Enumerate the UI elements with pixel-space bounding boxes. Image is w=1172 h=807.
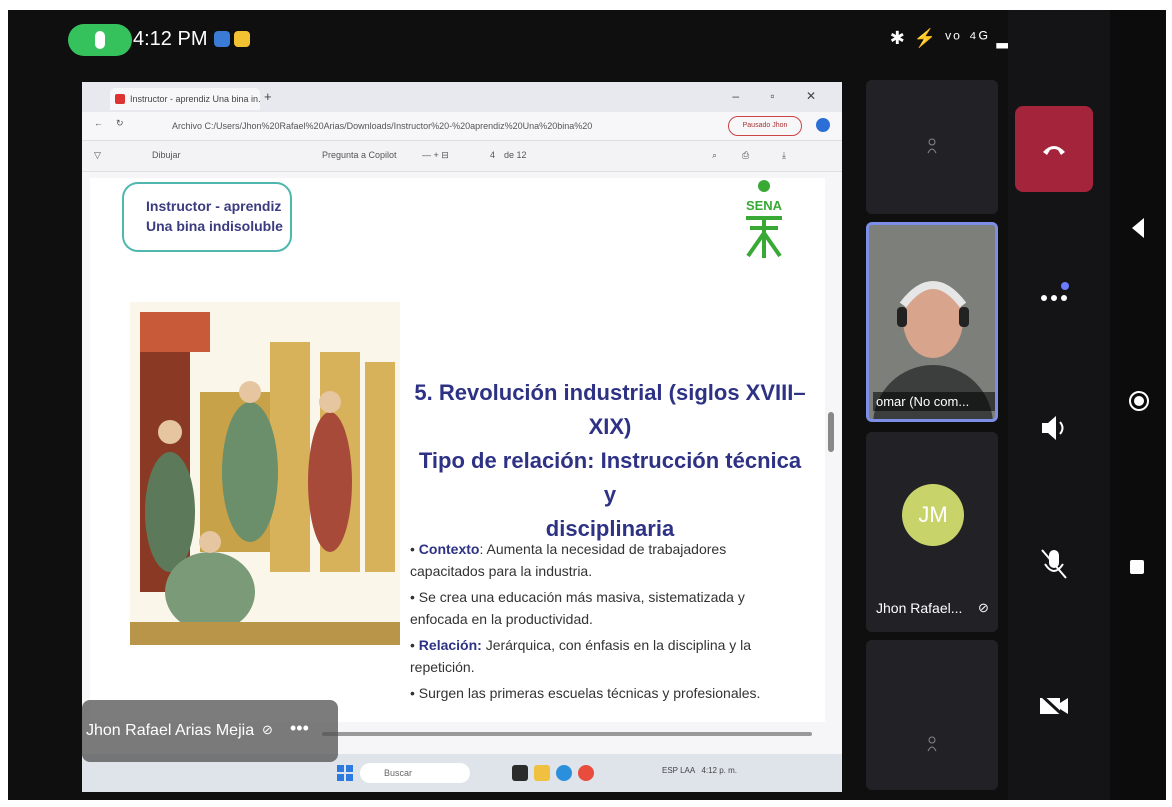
jhon-name-label: Jhon Rafael... [876, 600, 963, 616]
hang-up-button[interactable] [1015, 106, 1093, 192]
more-button[interactable] [1034, 272, 1074, 312]
speaker-button[interactable] [1034, 408, 1074, 448]
chrome-icon[interactable] [578, 765, 594, 781]
slide-title-line-2: Tipo de relación: Instrucción técnica y [418, 448, 802, 507]
recents-nav-icon[interactable] [1128, 558, 1146, 576]
slide-badge: Instructor - aprendiz Una bina indisolub… [122, 182, 292, 252]
new-tab-icon[interactable]: + [264, 89, 272, 104]
participant-tile[interactable] [866, 80, 998, 214]
back-nav-icon[interactable] [1128, 216, 1148, 240]
bullet-item: • Se crea una educación más masiva, sist… [410, 589, 745, 627]
system-tray[interactable]: ESP LAA 4:12 p. m. [662, 766, 737, 775]
participant-tile[interactable] [866, 640, 998, 790]
hang-up-icon [1043, 146, 1065, 155]
more-options-icon[interactable]: ••• [290, 718, 309, 739]
zoom-controls[interactable]: — + ⊟ [422, 150, 449, 161]
person-icon [927, 138, 937, 154]
browser-tab-title: Instructor - aprendiz Una bina in... [130, 94, 260, 104]
mic-active-indicator[interactable] [68, 24, 132, 56]
historical-illustration [130, 302, 400, 645]
muted-mic-icon: ⊘ [978, 600, 989, 615]
taskbar-search-placeholder: Buscar [384, 768, 413, 778]
save-icon[interactable]: ⤓ [782, 150, 786, 161]
bullet-text: Se crea una educación más masiva, sistem… [410, 589, 745, 627]
window-controls[interactable]: – ▫ ✕ [732, 89, 830, 103]
pdf-vertical-scrollbar[interactable] [828, 412, 834, 452]
sena-logo-text: SENA [746, 198, 783, 213]
speaker-name: Jhon Rafael Arias Mejia [86, 722, 255, 739]
badge-line-1: Instructor - aprendiz [146, 198, 282, 214]
status-time: 4:12 PM [133, 28, 208, 50]
draw-button[interactable]: Dibujar [152, 150, 181, 160]
badge-line-2: Una bina indisoluble [146, 218, 283, 234]
bullet-item: • Relación: Jerárquica, con énfasis en l… [410, 637, 752, 675]
filter-icon[interactable]: ▽ [94, 150, 101, 161]
pdf-toolbar: ▽ Dibujar Pregunta a Copilot — + ⊟ 4 de … [82, 141, 842, 172]
back-icon[interactable]: ← [94, 118, 103, 128]
ask-copilot-button[interactable]: Pregunta a Copilot [322, 150, 397, 160]
reload-icon[interactable]: ↻ [116, 118, 124, 129]
taskbar-search[interactable]: Buscar [360, 763, 470, 783]
person-icon [927, 736, 937, 752]
slide-title: 5. Revolución industrial (siglos XVIII–X… [410, 376, 810, 546]
print-icon[interactable]: ⎙ [742, 150, 749, 161]
participant-tile-omar[interactable]: omar (No com... [866, 222, 998, 422]
slide-title-line-1: 5. Revolución industrial (siglos XVIII–X… [414, 380, 806, 439]
notification-icon [214, 31, 230, 47]
pdf-icon [115, 94, 125, 104]
mic-off-icon [1041, 549, 1067, 579]
omar-video [869, 225, 995, 419]
android-navigation-bar [1110, 10, 1166, 800]
browser-tab[interactable]: Instructor - aprendiz Una bina in... [110, 88, 260, 110]
pdf-horizontal-scrollbar[interactable] [322, 732, 812, 736]
pdf-page: Instructor - aprendiz Una bina indisolub… [90, 178, 825, 722]
shared-screen: Instructor - aprendiz Una bina in... + –… [82, 82, 842, 792]
avatar: JM [902, 484, 964, 546]
profile-button[interactable]: Pausado Jhon [728, 116, 802, 136]
url-field[interactable]: Archivo C:/Users/Jhon%20Rafael%20Arias/D… [172, 118, 592, 134]
participant-tile-jhon[interactable]: JM Jhon Rafael... ⊘ [866, 432, 998, 632]
app-notification-icon [234, 31, 250, 47]
search-icon[interactable]: ⌕ [712, 150, 717, 161]
more-dots-icon [1041, 282, 1069, 301]
omar-name-label: omar (No com... [873, 392, 995, 411]
slide-bullets: • Contexto: Aumenta la necesidad de trab… [410, 538, 790, 708]
page-total: de 12 [504, 150, 527, 160]
page-number-input[interactable]: 4 [490, 150, 495, 160]
sena-logo: SENA [746, 180, 783, 258]
edge-icon[interactable] [556, 765, 572, 781]
app-frame: 4:12 PM ✱ ⚡ ᵛᵒ ⁴ᴳ ▂▄▆ 49 Instructor - ap… [8, 10, 1166, 800]
windows-start-icon[interactable] [337, 765, 353, 781]
bullet-item: • Surgen las primeras escuelas técnicas … [410, 685, 761, 701]
call-controls [1008, 10, 1110, 800]
file-explorer-icon[interactable] [534, 765, 550, 781]
bullet-label: Relación: [418, 637, 482, 653]
bullet-label: Contexto [418, 541, 480, 557]
taskview-icon[interactable] [512, 765, 528, 781]
bullet-item: • Contexto: Aumenta la necesidad de trab… [410, 541, 727, 579]
browser-tab-bar: Instructor - aprendiz Una bina in... + –… [82, 82, 842, 112]
home-nav-icon[interactable] [1128, 390, 1150, 412]
mic-toggle-button[interactable] [1034, 544, 1074, 584]
volume-icon [1042, 416, 1064, 440]
camera-off-icon [1038, 692, 1070, 722]
mic-icon [95, 31, 105, 49]
bullet-text: Surgen las primeras escuelas técnicas y … [418, 685, 761, 701]
camera-toggle-button[interactable] [1034, 686, 1074, 726]
copilot-icon[interactable] [816, 118, 830, 132]
muted-mic-icon: ⊘ [262, 722, 273, 737]
tray-clock: 4:12 p. m. [701, 766, 738, 775]
address-bar: ← ↻ Archivo C:/Users/Jhon%20Rafael%20Ari… [82, 112, 842, 141]
tray-language: ESP LAA [662, 766, 695, 775]
active-speaker-label[interactable]: Jhon Rafael Arias Mejia ⊘ ••• [82, 700, 338, 762]
